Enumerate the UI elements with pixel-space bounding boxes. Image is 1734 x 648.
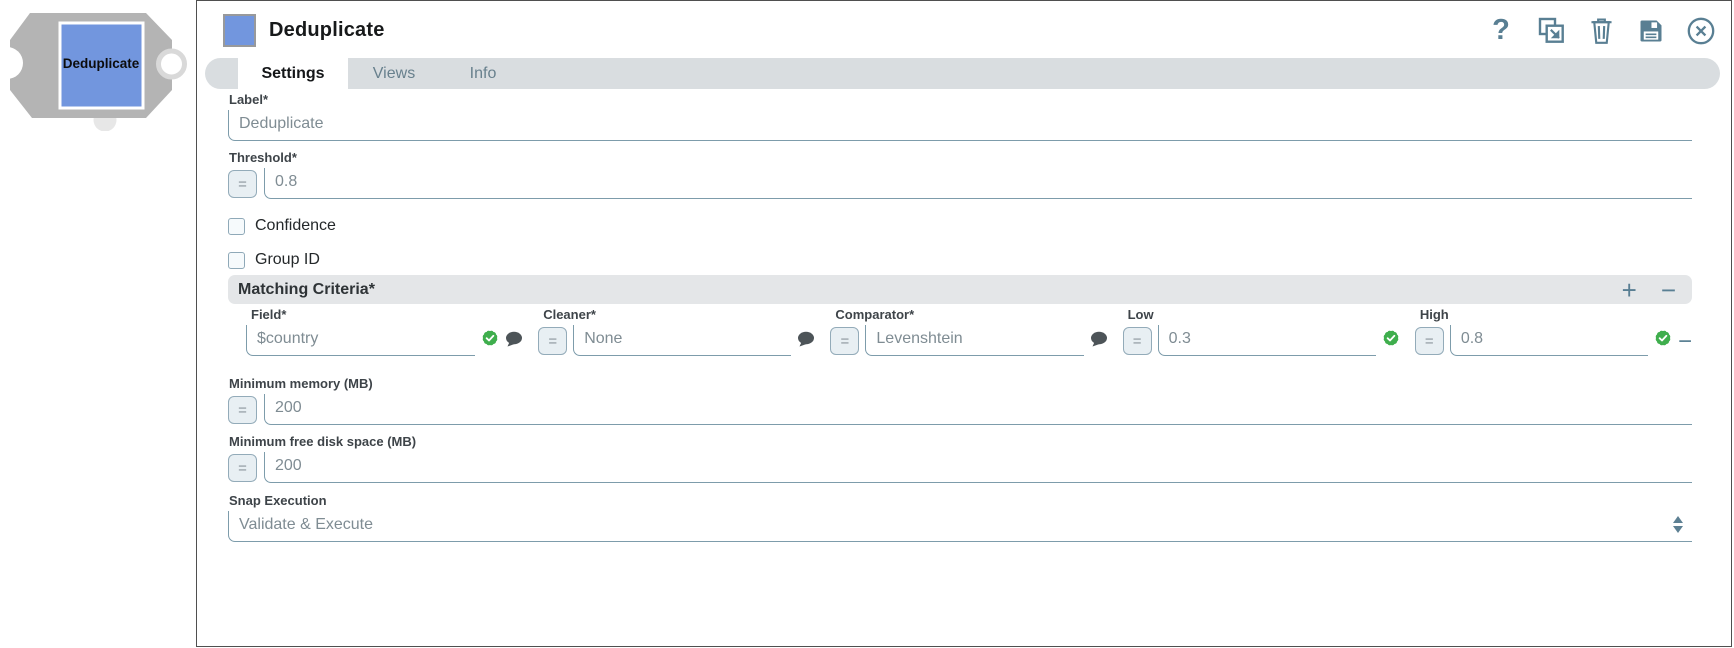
high-expression-toggle[interactable]: = <box>1414 327 1444 355</box>
high-valid-badge-icon <box>1654 329 1672 352</box>
threshold-field-group: Threshold* = 0.8 <box>228 150 1692 199</box>
label-field-label: Label* <box>229 92 269 107</box>
add-row-button[interactable]: + <box>1622 277 1637 303</box>
help-icon: ? <box>1492 14 1510 46</box>
snap-settings-dialog: Deduplicate ? Settings Views Info Label*… <box>196 0 1732 647</box>
label-input[interactable]: Deduplicate <box>228 110 1692 141</box>
trash-icon <box>1590 18 1612 44</box>
tab-settings-label: Settings <box>261 64 325 82</box>
minimum-memory-group: Minimum memory (MB) = 200 <box>228 376 1692 425</box>
popout-button[interactable] <box>1536 16 1566 46</box>
dialog-toolbar: ? <box>1486 16 1716 46</box>
matching-criteria-header: Matching Criteria* + − <box>228 275 1692 304</box>
snap-execution-value: Validate & Execute <box>239 515 374 533</box>
tab-bar-left-cap <box>205 58 238 89</box>
delete-criteria-row-button[interactable]: − <box>1678 330 1692 354</box>
close-icon <box>1687 17 1715 44</box>
matching-criteria-title: Matching Criteria* <box>238 280 375 298</box>
settings-form: Label* Deduplicate Threshold* = 0.8 Conf… <box>197 89 1731 542</box>
comparator-suggest-bubble-icon[interactable] <box>1090 331 1108 352</box>
threshold-input[interactable]: 0.8 <box>264 168 1692 199</box>
tab-info-label: Info <box>469 64 497 82</box>
snap-execution-label: Snap Execution <box>229 493 327 508</box>
tab-views[interactable]: Views <box>348 58 440 89</box>
save-icon <box>1640 20 1662 41</box>
remove-row-button[interactable]: − <box>1661 277 1676 303</box>
field-column: Field* $country <box>246 307 523 356</box>
high-column: High = 0.8 − <box>1414 307 1692 356</box>
cleaner-column-label: Cleaner* <box>543 307 596 322</box>
field-input[interactable]: $country <box>246 325 476 356</box>
select-spinner-icon <box>1673 516 1686 533</box>
field-column-label: Field* <box>251 307 287 322</box>
low-expression-toggle[interactable]: = <box>1122 327 1152 355</box>
snap-type-icon <box>223 14 256 47</box>
minimum-free-disk-label: Minimum free disk space (MB) <box>229 434 417 449</box>
comparator-input[interactable]: Levenshtein <box>865 325 1084 356</box>
low-valid-badge-icon <box>1382 329 1400 352</box>
minimum-free-disk-group: Minimum free disk space (MB) = 200 <box>228 434 1692 483</box>
minimum-memory-expression-toggle[interactable]: = <box>228 396 257 424</box>
dialog-header: Deduplicate ? <box>197 1 1731 47</box>
minimum-free-disk-expression-toggle[interactable]: = <box>228 454 257 482</box>
confidence-row: Confidence <box>228 217 1692 235</box>
snap-shape-icon: Deduplicate <box>0 13 187 132</box>
popout-icon <box>1538 17 1564 43</box>
help-button[interactable]: ? <box>1486 16 1516 46</box>
field-valid-badge-icon <box>481 329 499 352</box>
group-id-row: Group ID <box>228 251 1692 269</box>
group-id-label: Group ID <box>255 251 320 268</box>
low-column: Low = 0.3 <box>1122 307 1400 356</box>
cleaner-column: Cleaner* = None <box>538 307 815 356</box>
comparator-expression-toggle[interactable]: = <box>830 327 860 355</box>
high-input[interactable]: 0.8 <box>1449 325 1648 356</box>
low-column-label: Low <box>1127 307 1154 322</box>
save-button[interactable] <box>1636 16 1666 46</box>
threshold-field-label: Threshold* <box>229 150 297 165</box>
cleaner-input[interactable]: None <box>573 325 792 356</box>
snap-execution-select[interactable]: Validate & Execute <box>228 511 1692 542</box>
tab-info[interactable]: Info <box>440 58 526 89</box>
field-suggest-bubble-icon[interactable] <box>505 331 523 352</box>
label-field-group: Label* Deduplicate <box>228 92 1692 141</box>
confidence-label: Confidence <box>255 217 336 234</box>
snap-node-label: Deduplicate <box>63 56 140 71</box>
low-input[interactable]: 0.3 <box>1157 325 1376 356</box>
close-button[interactable] <box>1686 16 1716 46</box>
delete-button[interactable] <box>1586 16 1616 46</box>
high-column-label: High <box>1419 307 1449 322</box>
threshold-expression-toggle[interactable]: = <box>228 170 257 198</box>
snap-node[interactable]: Deduplicate <box>0 6 192 132</box>
comparator-column: Comparator* = Levenshtein <box>830 307 1107 356</box>
comparator-column-label: Comparator* <box>835 307 915 322</box>
minimum-memory-label: Minimum memory (MB) <box>229 376 373 391</box>
minimum-memory-input[interactable]: 200 <box>264 394 1692 425</box>
tab-settings[interactable]: Settings <box>238 58 348 89</box>
dialog-title: Deduplicate <box>269 19 385 41</box>
confidence-checkbox[interactable] <box>228 217 245 235</box>
group-id-checkbox[interactable] <box>228 251 245 269</box>
pipeline-canvas: Deduplicate <box>0 0 196 648</box>
cleaner-expression-toggle[interactable]: = <box>538 327 568 355</box>
tab-views-label: Views <box>372 64 416 82</box>
tab-bar: Settings Views Info <box>205 58 1720 89</box>
minimum-free-disk-input[interactable]: 200 <box>264 452 1692 483</box>
snap-execution-group: Snap Execution Validate & Execute <box>228 493 1692 542</box>
cleaner-suggest-bubble-icon[interactable] <box>797 331 815 352</box>
matching-criteria-row: Field* $country Cleaner* = None Comparat… <box>228 307 1692 356</box>
